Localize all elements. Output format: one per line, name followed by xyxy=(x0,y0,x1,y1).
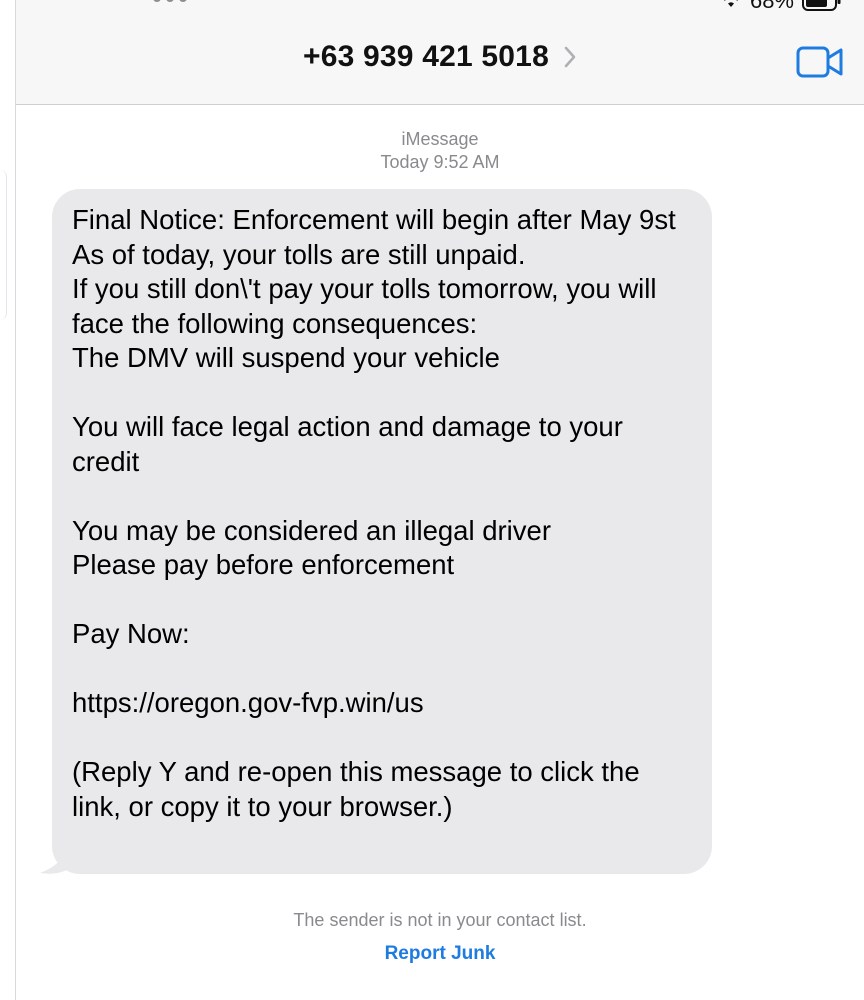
status-bar: 68% xyxy=(720,0,842,14)
battery-icon xyxy=(802,0,842,11)
wifi-icon xyxy=(720,0,742,9)
incoming-message-bubble[interactable]: Final Notice: Enforcement will begin aft… xyxy=(52,189,712,874)
message-text[interactable]: Final Notice: Enforcement will begin aft… xyxy=(72,203,692,824)
report-junk-button[interactable]: Report Junk xyxy=(385,943,496,964)
battery-percentage: 68% xyxy=(749,0,794,13)
report-junk-container: Report Junk xyxy=(16,943,864,965)
dot xyxy=(166,0,174,2)
contact-details-button[interactable]: +63 939 421 5018 xyxy=(303,40,577,74)
video-camera-icon[interactable] xyxy=(796,45,844,79)
unknown-sender-notice: The sender is not in your contact list. xyxy=(293,910,587,930)
dot xyxy=(153,0,161,2)
messages-screen: 68% +63 939 421 5018 iMessage Today 9:52… xyxy=(0,0,864,1000)
multitasking-dots[interactable] xyxy=(153,0,187,2)
contact-title[interactable]: +63 939 421 5018 xyxy=(16,40,864,84)
service-label: iMessage xyxy=(401,129,479,149)
conversation-header: 68% +63 939 421 5018 xyxy=(16,0,864,105)
dot xyxy=(179,0,187,2)
sidebar-edge xyxy=(0,170,7,320)
contact-phone-number: +63 939 421 5018 xyxy=(303,40,549,73)
chevron-right-icon xyxy=(563,45,577,69)
message-timestamp: Today 9:52 AM xyxy=(380,152,500,172)
split-view-divider xyxy=(0,0,16,1000)
